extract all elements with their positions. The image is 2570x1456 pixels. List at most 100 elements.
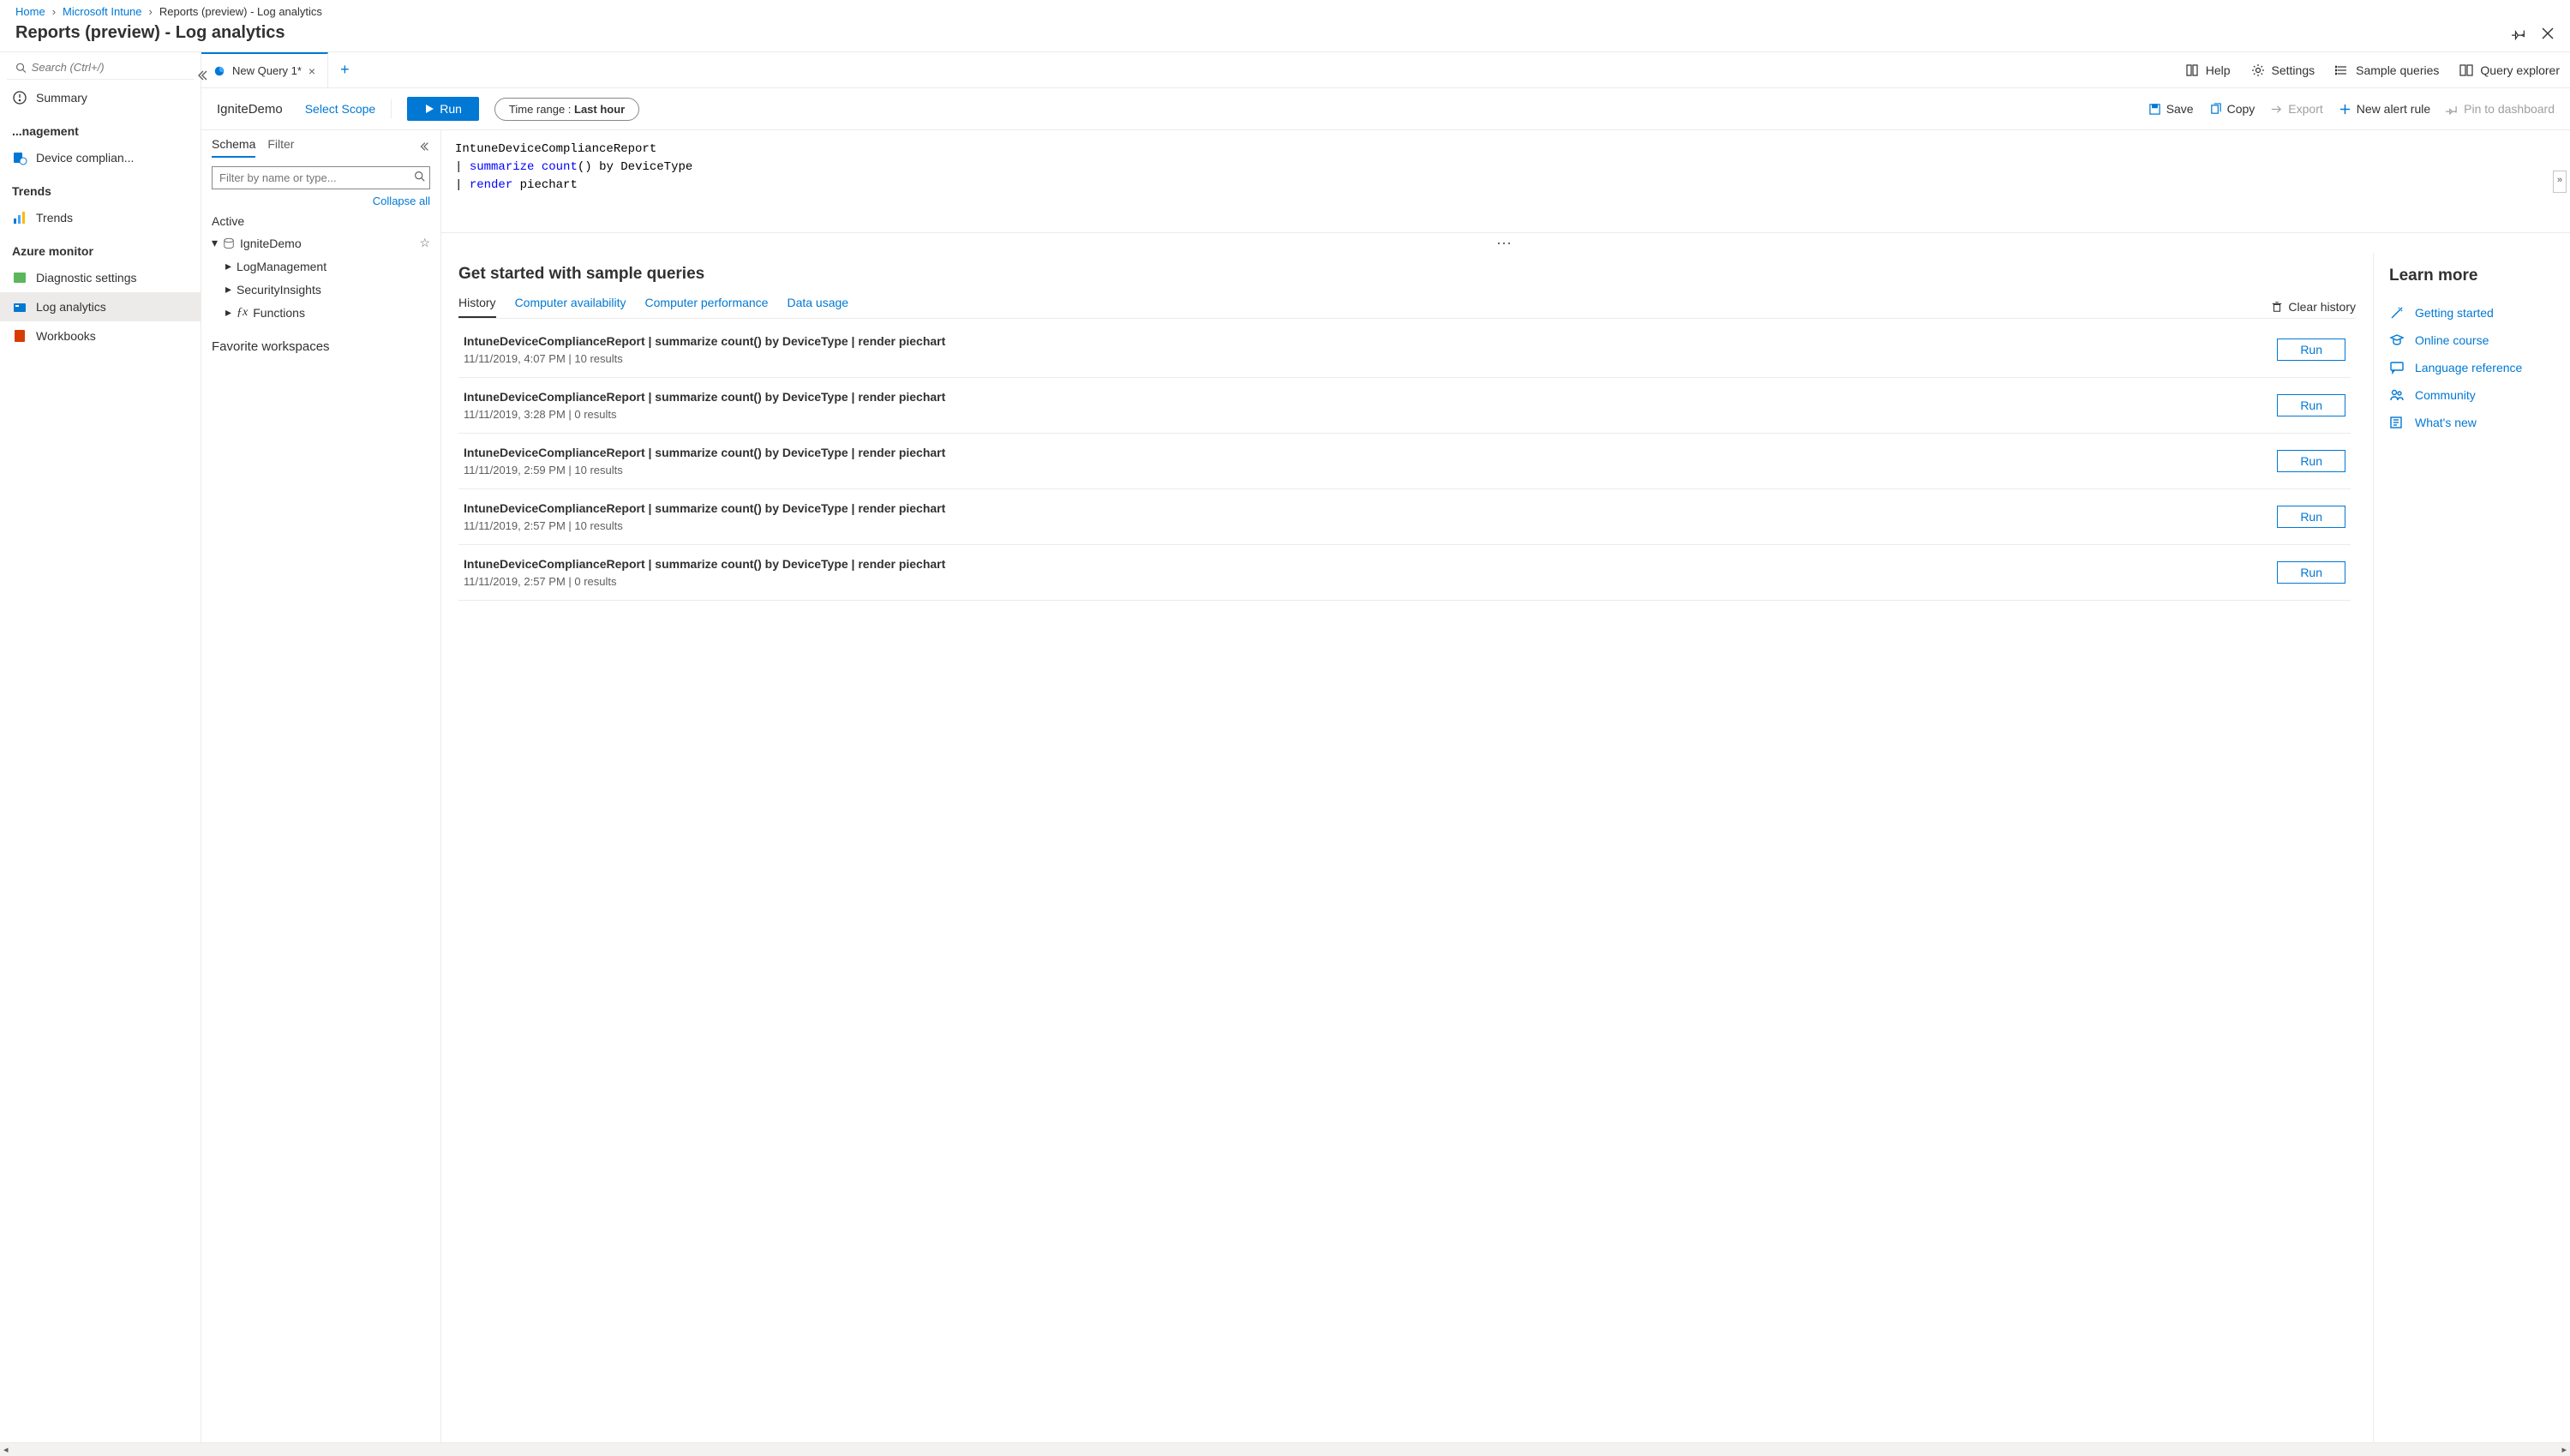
sidebar-search[interactable] (7, 56, 194, 80)
learn-community-label: Community (2415, 388, 2476, 402)
pin-dashboard-button[interactable]: Pin to dashboard (2446, 102, 2555, 116)
nav-trends-label: Trends (36, 211, 73, 225)
collapse-all-link[interactable]: Collapse all (201, 195, 440, 211)
chevron-right-icon: ▸ (225, 282, 231, 297)
query-explorer-button[interactable]: Query explorer (2449, 63, 2570, 77)
time-range-value: Last hour (574, 103, 625, 116)
pie-icon (213, 65, 225, 77)
learn-getting-started[interactable]: Getting started (2389, 299, 2555, 327)
collapse-schema-icon[interactable] (418, 141, 430, 155)
diagnostic-icon (12, 270, 27, 285)
history-item[interactable]: IntuneDeviceComplianceReport | summarize… (458, 545, 2351, 601)
help-button[interactable]: Help (2175, 63, 2241, 77)
tree-logmanagement[interactable]: ▸ LogManagement (207, 255, 435, 278)
sample-queries-label: Sample queries (2356, 63, 2439, 77)
learn-whats-new-label: What's new (2415, 416, 2477, 429)
new-alert-button[interactable]: New alert rule (2339, 102, 2430, 116)
time-range-label: Time range : (509, 103, 574, 116)
history-timestamp: 11/11/2019, 2:57 PM | 0 results (464, 575, 2263, 588)
settings-label: Settings (2272, 63, 2315, 77)
active-label: Active (201, 211, 440, 228)
people-icon (2389, 387, 2405, 403)
query-tab-1[interactable]: New Query 1* × (201, 52, 328, 87)
nav-log-analytics[interactable]: Log analytics (0, 292, 201, 321)
save-button[interactable]: Save (2148, 102, 2194, 116)
add-tab-button[interactable]: + (328, 61, 362, 79)
history-item[interactable]: IntuneDeviceComplianceReport | summarize… (458, 322, 2351, 378)
history-run-button[interactable]: Run (2277, 450, 2345, 472)
export-button[interactable]: Export (2270, 102, 2322, 116)
history-run-button[interactable]: Run (2277, 339, 2345, 361)
learn-language-ref[interactable]: Language reference (2389, 354, 2555, 381)
query-explorer-label: Query explorer (2480, 63, 2560, 77)
breadcrumb-home[interactable]: Home (15, 5, 45, 18)
learn-getting-started-label: Getting started (2415, 306, 2494, 320)
learn-online-course-label: Online course (2415, 333, 2489, 347)
history-query: IntuneDeviceComplianceReport | summarize… (464, 446, 2263, 459)
tree-functions[interactable]: ▸ ƒx Functions (207, 301, 435, 324)
save-icon (2148, 103, 2161, 116)
breadcrumb: Home › Microsoft Intune › Reports (previ… (0, 0, 2570, 20)
explorer-icon (2459, 63, 2473, 77)
filter-tab[interactable]: Filter (267, 137, 294, 158)
tree-securityinsights-label: SecurityInsights (237, 283, 321, 297)
nav-diagnostic[interactable]: Diagnostic settings (0, 263, 201, 292)
star-icon[interactable]: ☆ (419, 236, 430, 250)
close-tab-icon[interactable]: × (309, 64, 315, 78)
time-range-picker[interactable]: Time range : Last hour (494, 98, 639, 121)
run-button[interactable]: Run (407, 97, 479, 121)
tab-data-usage[interactable]: Data usage (787, 296, 848, 318)
sample-queries-button[interactable]: Sample queries (2325, 63, 2449, 77)
copy-button[interactable]: Copy (2209, 102, 2255, 116)
settings-button[interactable]: Settings (2241, 63, 2326, 77)
history-list[interactable]: IntuneDeviceComplianceReport | summarize… (458, 322, 2356, 1447)
schema-tab[interactable]: Schema (212, 137, 255, 158)
resize-handle-icon[interactable]: ⋯ (441, 233, 2570, 253)
plus-icon (2339, 103, 2351, 116)
save-label: Save (2166, 102, 2194, 116)
tab-history[interactable]: History (458, 296, 496, 318)
tree-securityinsights[interactable]: ▸ SecurityInsights (207, 278, 435, 301)
wand-icon (2389, 305, 2405, 321)
learn-whats-new[interactable]: What's new (2389, 409, 2555, 436)
nav-device-compliance[interactable]: Device complian... (0, 143, 201, 172)
history-timestamp: 11/11/2019, 3:28 PM | 0 results (464, 408, 2263, 421)
nav-device-compliance-label: Device complian... (36, 151, 134, 165)
tree-workspace[interactable]: ▾ IgniteDemo ☆ (207, 231, 435, 255)
history-item[interactable]: IntuneDeviceComplianceReport | summarize… (458, 378, 2351, 434)
workspace-icon (223, 237, 235, 249)
tab-availability[interactable]: Computer availability (515, 296, 626, 318)
log-analytics-icon (12, 299, 27, 315)
history-run-button[interactable]: Run (2277, 561, 2345, 584)
page-title: Reports (preview) - Log analytics (15, 23, 285, 43)
expand-editor-icon[interactable]: » (2553, 171, 2567, 193)
select-scope-button[interactable]: Select Scope (305, 102, 376, 116)
gear-icon (2251, 63, 2265, 77)
history-item[interactable]: IntuneDeviceComplianceReport | summarize… (458, 434, 2351, 489)
history-item[interactable]: IntuneDeviceComplianceReport | summarize… (458, 489, 2351, 545)
nav-workbooks[interactable]: Workbooks (0, 321, 201, 351)
learn-community[interactable]: Community (2389, 381, 2555, 409)
scroll-left-icon[interactable]: ◂ (3, 1444, 9, 1455)
query-editor[interactable]: IntuneDeviceComplianceReport | summarize… (441, 130, 2570, 233)
history-timestamp: 11/11/2019, 4:07 PM | 10 results (464, 352, 2263, 365)
close-icon[interactable] (2541, 27, 2555, 40)
tab-performance[interactable]: Computer performance (645, 296, 769, 318)
search-icon (414, 171, 425, 184)
scroll-right-icon[interactable]: ▸ (2561, 1444, 2567, 1455)
nav-trends[interactable]: Trends (0, 203, 201, 232)
pin-icon[interactable] (2512, 27, 2525, 40)
news-icon (2389, 415, 2405, 430)
schema-filter-input[interactable] (212, 166, 430, 189)
learn-online-course[interactable]: Online course (2389, 327, 2555, 354)
search-input[interactable] (32, 61, 185, 74)
nav-workbooks-label: Workbooks (36, 329, 96, 343)
nav-summary[interactable]: Summary (0, 83, 201, 112)
collapse-sidebar-icon[interactable] (195, 69, 211, 84)
bottom-scrollbar[interactable]: ◂ ▸ (0, 1442, 2570, 1456)
history-run-button[interactable]: Run (2277, 506, 2345, 528)
breadcrumb-intune[interactable]: Microsoft Intune (63, 5, 142, 18)
run-button-label: Run (440, 102, 462, 116)
history-run-button[interactable]: Run (2277, 394, 2345, 416)
clear-history-button[interactable]: Clear history (2271, 300, 2356, 314)
